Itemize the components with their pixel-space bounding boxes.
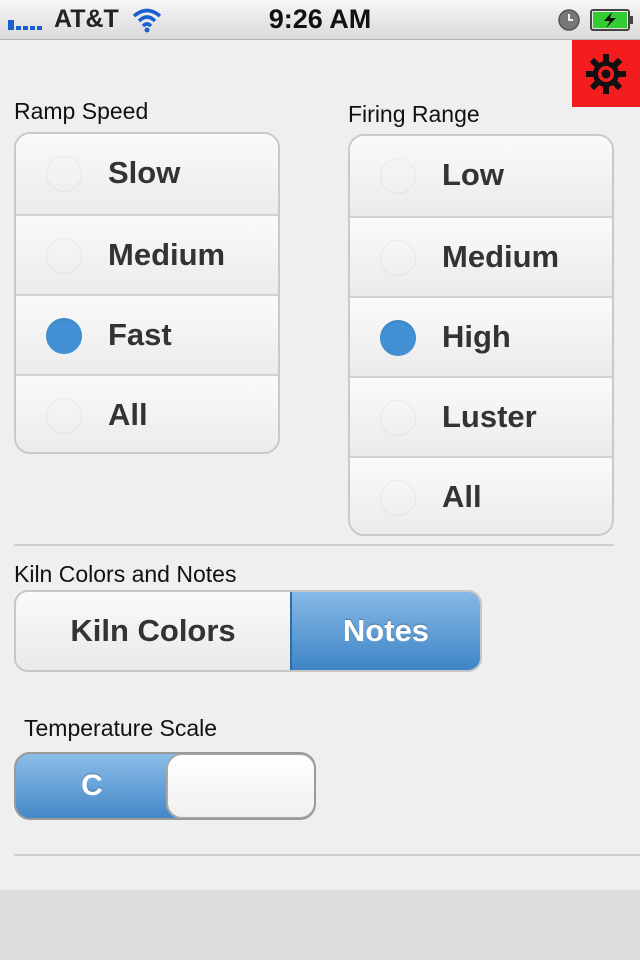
kiln-colors-notes-label: Kiln Colors and Notes bbox=[14, 561, 237, 587]
toggle-knob[interactable] bbox=[166, 754, 314, 818]
ramp-speed-option-medium[interactable]: Medium bbox=[16, 214, 278, 294]
option-label: Low bbox=[442, 157, 504, 192]
ramp-speed-option-fast[interactable]: Fast bbox=[16, 294, 278, 374]
radio-indicator bbox=[46, 398, 82, 434]
bottom-divider bbox=[14, 854, 640, 856]
battery-icon bbox=[590, 9, 633, 31]
gear-icon bbox=[586, 53, 626, 94]
radio-indicator bbox=[380, 400, 416, 436]
firing-range-option-high[interactable]: High bbox=[350, 296, 612, 376]
firing-range-label: Firing Range bbox=[348, 101, 480, 127]
option-label: Medium bbox=[108, 237, 226, 272]
footer-bar bbox=[0, 890, 640, 960]
kiln-colors-notes-segmented-control: Kiln Colors Notes bbox=[14, 590, 482, 672]
alarm-clock-icon bbox=[558, 9, 580, 31]
status-bar: AT&T 9:26 AM bbox=[0, 0, 640, 40]
temperature-scale-toggle[interactable]: C bbox=[14, 752, 316, 820]
ramp-speed-option-slow[interactable]: Slow bbox=[16, 134, 278, 214]
segment-kiln-colors[interactable]: Kiln Colors bbox=[16, 592, 290, 670]
option-label: Luster bbox=[442, 399, 537, 434]
ramp-speed-group: Slow Medium Fast All bbox=[14, 132, 280, 454]
radio-indicator-selected bbox=[380, 320, 416, 356]
toggle-value-label: C bbox=[81, 769, 103, 802]
radio-indicator bbox=[380, 480, 416, 516]
settings-button[interactable] bbox=[572, 40, 640, 107]
firing-range-group: Low Medium High Luster All bbox=[348, 134, 614, 536]
option-label: Slow bbox=[108, 155, 181, 190]
radio-indicator-selected bbox=[46, 318, 82, 354]
radio-indicator bbox=[46, 238, 82, 274]
radio-indicator bbox=[46, 156, 82, 192]
segment-notes-selected[interactable]: Notes bbox=[290, 592, 480, 670]
option-label: All bbox=[442, 479, 482, 514]
radio-indicator bbox=[380, 158, 416, 194]
option-label: High bbox=[442, 319, 511, 354]
firing-range-option-medium[interactable]: Medium bbox=[350, 216, 612, 296]
wifi-icon bbox=[132, 8, 162, 33]
section-divider bbox=[14, 544, 614, 546]
option-label: All bbox=[108, 397, 148, 432]
firing-range-option-luster[interactable]: Luster bbox=[350, 376, 612, 456]
option-label: Fast bbox=[108, 317, 172, 352]
option-label: Medium bbox=[442, 239, 560, 274]
firing-range-option-all[interactable]: All bbox=[350, 456, 612, 534]
carrier-name: AT&T bbox=[54, 5, 119, 33]
radio-indicator bbox=[380, 240, 416, 276]
signal-strength-icon bbox=[8, 20, 42, 30]
firing-range-option-low[interactable]: Low bbox=[350, 136, 612, 216]
temperature-scale-label: Temperature Scale bbox=[24, 715, 218, 741]
ramp-speed-option-all[interactable]: All bbox=[16, 374, 278, 452]
ramp-speed-label: Ramp Speed bbox=[14, 98, 149, 124]
